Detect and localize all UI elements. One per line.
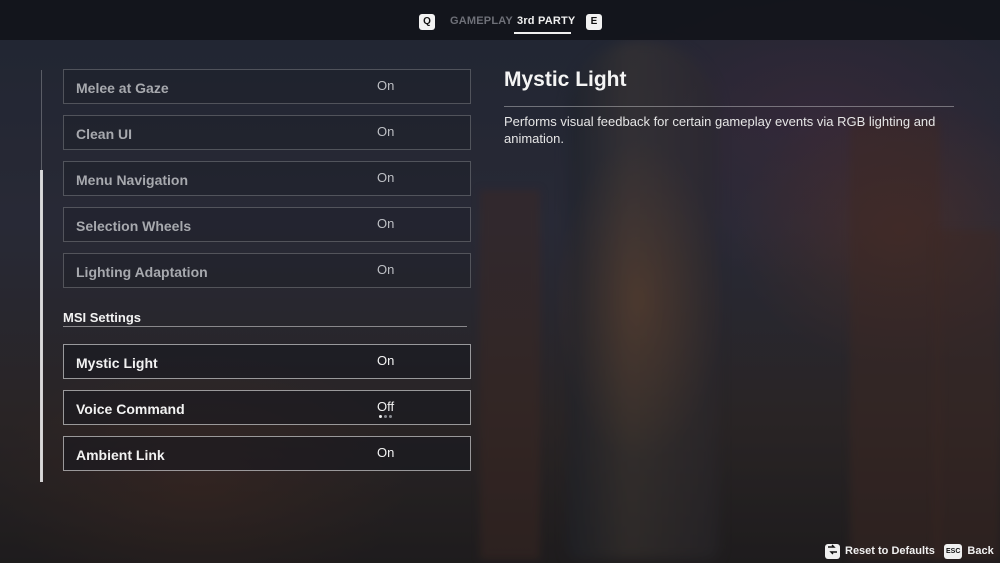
reset-to-defaults-button[interactable]: Reset to Defaults [825, 543, 935, 559]
esc-key-icon: ESC [944, 543, 963, 559]
reset-label: Reset to Defaults [845, 545, 935, 557]
option-page-dots [379, 415, 392, 418]
setting-label: Ambient Link [76, 447, 165, 463]
setting-label: Voice Command [76, 401, 185, 417]
setting-value[interactable]: Off [377, 399, 394, 414]
setting-label: Selection Wheels [76, 218, 192, 234]
setting-row-voice-command[interactable]: Voice Command Off [63, 390, 471, 425]
section-divider [63, 326, 467, 327]
setting-row-melee-at-gaze[interactable]: Melee at Gaze On [63, 69, 471, 104]
top-tab-bar: Q GAMEPLAY 3rd PARTY E [0, 0, 1000, 40]
active-tab-indicator [514, 32, 571, 34]
setting-value[interactable]: On [377, 445, 394, 460]
setting-label: Menu Navigation [76, 172, 189, 188]
back-label: Back [967, 545, 994, 557]
setting-row-selection-wheels[interactable]: Selection Wheels On [63, 207, 471, 242]
setting-label: Lighting Adaptation [76, 264, 208, 280]
setting-value[interactable]: On [377, 124, 394, 139]
page-dot [384, 415, 387, 418]
setting-label: Clean UI [76, 126, 133, 142]
back-button[interactable]: ESC Back [944, 543, 994, 559]
setting-value[interactable]: On [377, 353, 394, 368]
setting-value[interactable]: On [377, 262, 394, 277]
detail-divider [504, 106, 954, 107]
detail-description: Performs visual feedback for certain gam… [504, 114, 936, 146]
detail-title: Mystic Light [504, 68, 627, 91]
setting-value[interactable]: On [377, 216, 394, 231]
setting-value[interactable]: On [377, 78, 394, 93]
prev-tab-key[interactable]: Q [419, 14, 435, 30]
tab-gameplay[interactable]: GAMEPLAY [450, 15, 513, 27]
setting-row-menu-navigation[interactable]: Menu Navigation On [63, 161, 471, 196]
section-title-msi-settings: MSI Settings [63, 310, 142, 325]
tab-3rd-party[interactable]: 3rd PARTY [517, 15, 575, 27]
next-tab-key[interactable]: E [586, 14, 602, 30]
setting-row-ambient-link[interactable]: Ambient Link On [63, 436, 471, 471]
setting-label: Melee at Gaze [76, 80, 169, 96]
setting-value[interactable]: On [377, 170, 394, 185]
page-dot [389, 415, 392, 418]
setting-row-mystic-light[interactable]: Mystic Light On [63, 344, 471, 379]
page-dot [379, 415, 382, 418]
setting-label: Mystic Light [76, 355, 158, 371]
setting-row-lighting-adaptation[interactable]: Lighting Adaptation On [63, 253, 471, 288]
reset-arrows-icon [825, 543, 840, 559]
scrollbar-thumb[interactable] [40, 170, 43, 482]
setting-row-clean-ui[interactable]: Clean UI On [63, 115, 471, 150]
